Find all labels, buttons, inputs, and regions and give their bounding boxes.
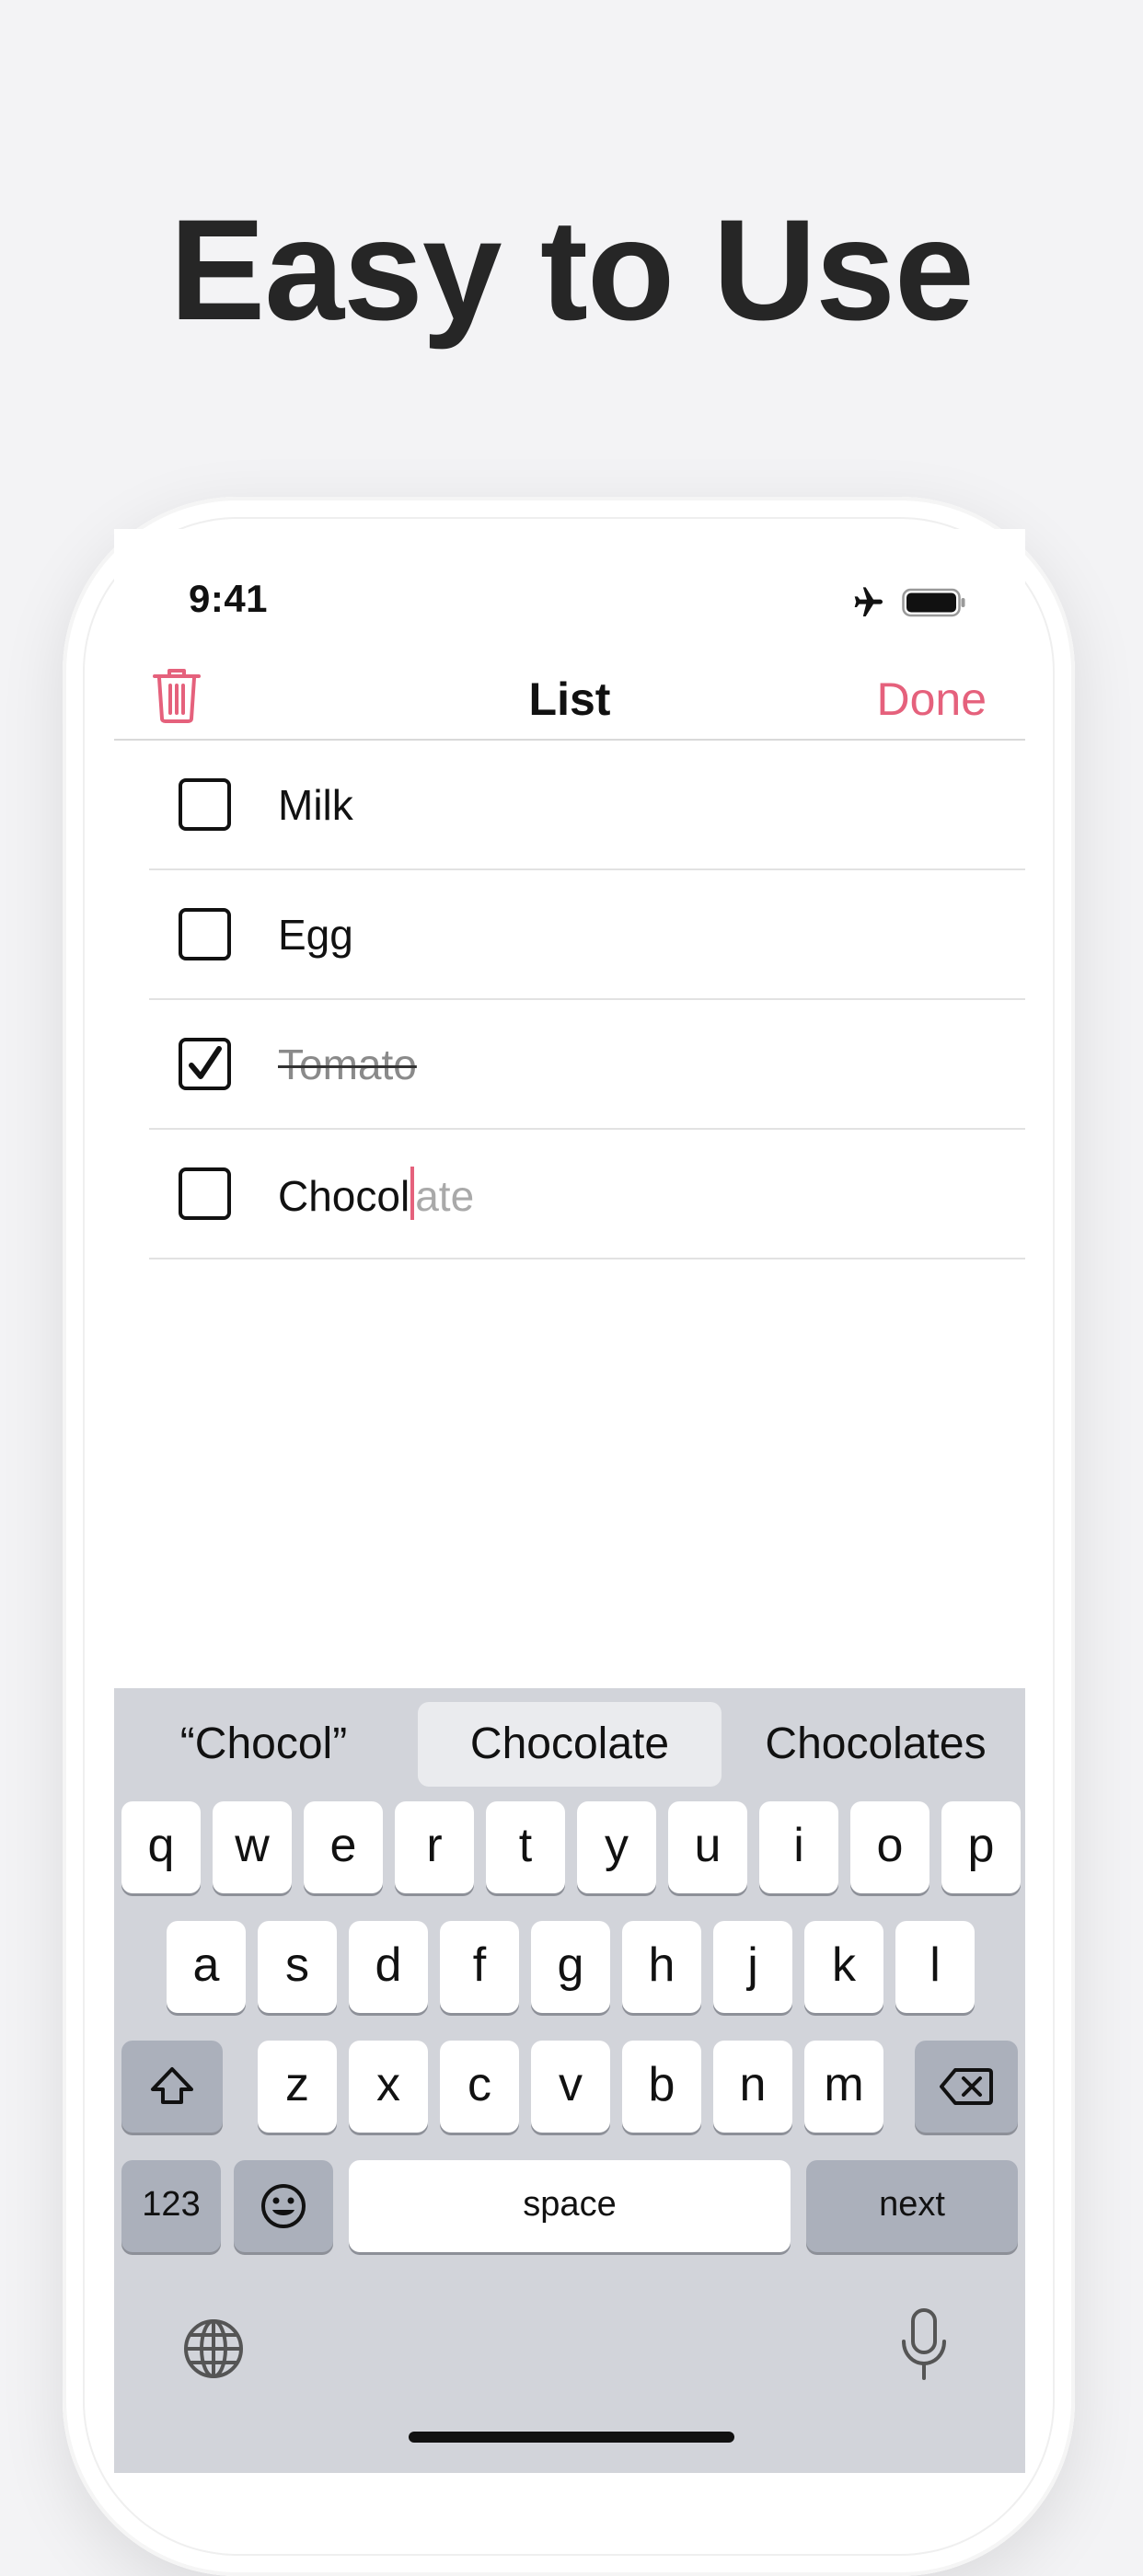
- space-key[interactable]: space: [349, 2160, 791, 2252]
- key-v[interactable]: v: [531, 2041, 610, 2133]
- text-caret: [410, 1167, 415, 1220]
- key-o[interactable]: o: [850, 1801, 929, 1893]
- key-f[interactable]: f: [440, 1921, 519, 2013]
- globe-icon[interactable]: [180, 2316, 247, 2382]
- suggestion-item-selected[interactable]: Chocolate: [418, 1702, 722, 1787]
- suggestion-item[interactable]: “Chocol”: [114, 1702, 413, 1787]
- key-d[interactable]: d: [349, 1921, 428, 2013]
- checkmark-icon: [189, 1046, 222, 1079]
- status-icons: [847, 584, 966, 621]
- key-j[interactable]: j: [713, 1921, 792, 2013]
- key-h[interactable]: h: [622, 1921, 701, 2013]
- key-z[interactable]: z: [258, 2041, 337, 2133]
- typed-text: Chocol: [278, 1172, 410, 1220]
- next-key[interactable]: next: [806, 2160, 1018, 2252]
- key-x[interactable]: x: [349, 2041, 428, 2133]
- keyboard: “Chocol” Chocolate Chocolates q w e r t …: [114, 1688, 1025, 2473]
- delete-icon: [940, 2068, 993, 2105]
- checkbox[interactable]: [179, 1167, 231, 1220]
- status-time: 9:41: [188, 577, 269, 620]
- key-a[interactable]: a: [167, 1921, 246, 2013]
- key-q[interactable]: q: [121, 1801, 201, 1893]
- emoji-icon: [261, 2184, 306, 2228]
- suggestion-bar: “Chocol” Chocolate Chocolates: [114, 1688, 1025, 1788]
- key-s[interactable]: s: [258, 1921, 337, 2013]
- key-l[interactable]: l: [895, 1921, 975, 2013]
- list-item[interactable]: Milk: [149, 741, 1025, 870]
- key-i[interactable]: i: [759, 1801, 838, 1893]
- key-w[interactable]: w: [213, 1801, 292, 1893]
- item-text-completed[interactable]: Tomato: [278, 1040, 417, 1089]
- key-e[interactable]: e: [304, 1801, 383, 1893]
- airplane-icon: [854, 587, 883, 616]
- phone-screen: 9:41 List Done Milk Egg Tomato Chocol at…: [114, 529, 1025, 2473]
- item-text-input[interactable]: Chocol ate: [278, 1167, 474, 1221]
- battery-icon: [902, 588, 965, 617]
- key-g[interactable]: g: [531, 1921, 610, 2013]
- checkbox[interactable]: [179, 908, 231, 960]
- navigation-bar: List Done: [114, 665, 1025, 741]
- headline: Easy to Use: [169, 190, 974, 351]
- item-text[interactable]: Egg: [278, 910, 353, 960]
- microphone-icon[interactable]: [898, 2306, 950, 2384]
- key-y[interactable]: y: [577, 1801, 656, 1893]
- shift-key[interactable]: [121, 2041, 223, 2133]
- key-r[interactable]: r: [395, 1801, 474, 1893]
- key-n[interactable]: n: [713, 2041, 792, 2133]
- shift-icon: [151, 2067, 193, 2104]
- item-text[interactable]: Milk: [278, 780, 353, 830]
- done-button[interactable]: Done: [876, 673, 987, 726]
- key-m[interactable]: m: [804, 2041, 883, 2133]
- checkbox[interactable]: [179, 778, 231, 831]
- list-item[interactable]: Tomato: [149, 1000, 1025, 1130]
- shopping-list: Milk Egg Tomato Chocol ate: [149, 741, 1025, 1259]
- emoji-key[interactable]: [234, 2160, 333, 2252]
- list-item-editing[interactable]: Chocol ate: [149, 1130, 1025, 1259]
- suggestion-item[interactable]: Chocolates: [726, 1702, 1025, 1787]
- key-p[interactable]: p: [941, 1801, 1021, 1893]
- key-c[interactable]: c: [440, 2041, 519, 2133]
- autocomplete-ghost: ate: [415, 1172, 475, 1220]
- numbers-key[interactable]: 123: [121, 2160, 221, 2252]
- key-u[interactable]: u: [668, 1801, 747, 1893]
- checkbox-checked[interactable]: [179, 1038, 231, 1090]
- key-k[interactable]: k: [804, 1921, 883, 2013]
- key-b[interactable]: b: [622, 2041, 701, 2133]
- delete-key[interactable]: [915, 2041, 1018, 2133]
- list-item[interactable]: Egg: [149, 870, 1025, 1000]
- key-t[interactable]: t: [486, 1801, 565, 1893]
- home-indicator[interactable]: [409, 2432, 734, 2443]
